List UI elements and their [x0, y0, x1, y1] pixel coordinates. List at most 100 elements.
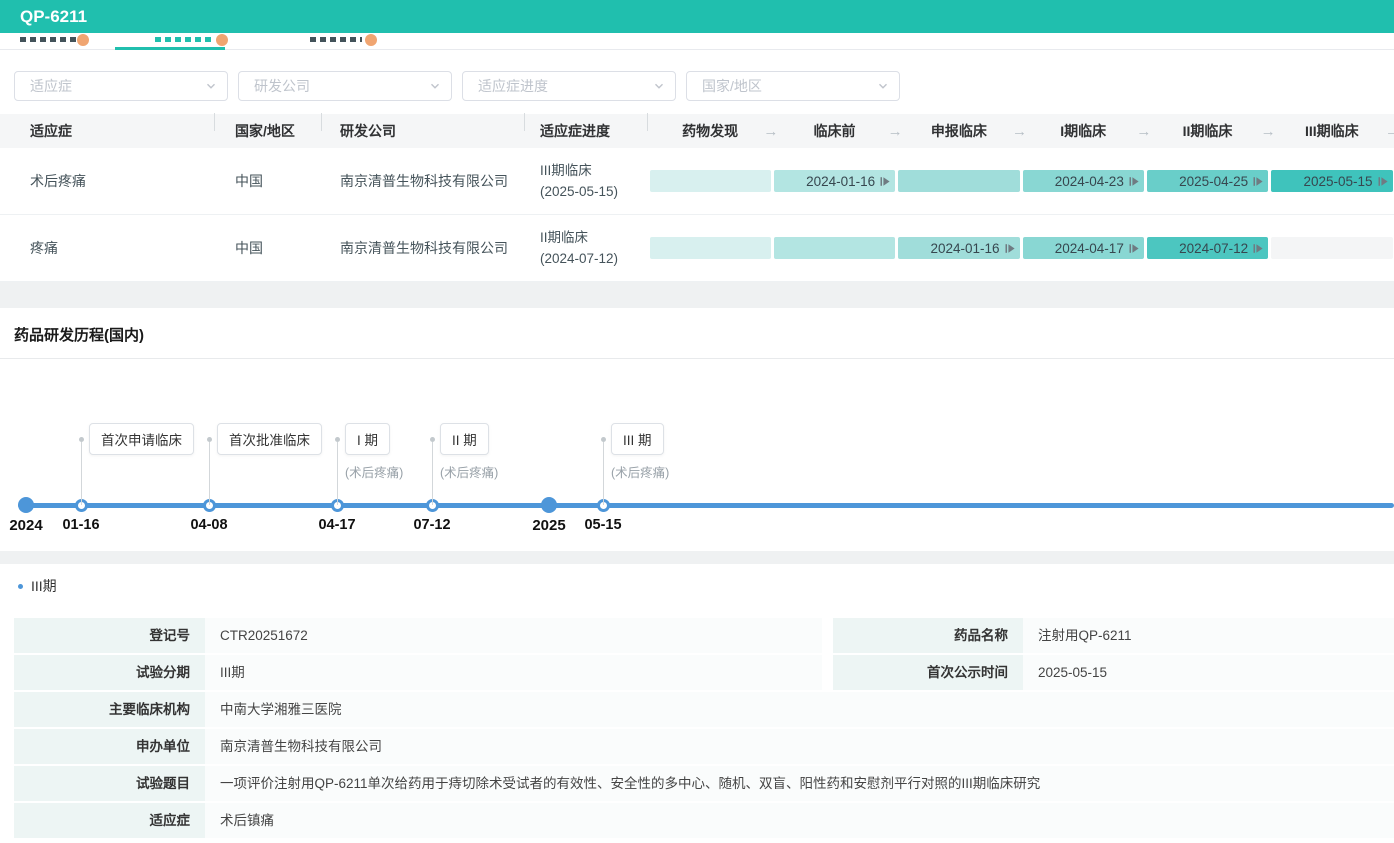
- phase-cell: 2024-07-12: [1145, 237, 1269, 259]
- detail-column-gap: [822, 618, 833, 653]
- detail-row: 试验分期III期首次公示时间2025-05-15: [14, 655, 1394, 690]
- table-row: 疼痛中国南京清普生物科技有限公司II期临床(2024-07-12)2024-01…: [0, 215, 1394, 282]
- arrow-right-icon: →: [1385, 123, 1394, 140]
- phase-bar[interactable]: 2024-07-12: [1147, 237, 1268, 259]
- country-cell: 中国: [215, 238, 322, 258]
- detail-column-gap: [822, 655, 833, 690]
- play-icon: [1129, 243, 1139, 254]
- timeline-event-label[interactable]: I 期: [345, 423, 390, 455]
- tab-1[interactable]: [20, 37, 78, 42]
- phase-col-header: II期临床→: [1145, 121, 1269, 141]
- timeline-event-label[interactable]: II 期: [440, 423, 489, 455]
- timeline-event-label[interactable]: III 期: [611, 423, 664, 455]
- timeline-axis-label: 07-12: [413, 517, 450, 533]
- timeline-event-sublabel: (术后疼痛): [611, 462, 669, 481]
- detail-label: 试验题目: [14, 766, 205, 801]
- timeline-axis-label: 01-16: [62, 517, 99, 533]
- detail-label: 主要临床机构: [14, 692, 205, 727]
- arrow-right-icon: →: [1012, 123, 1027, 140]
- play-icon: [1005, 243, 1015, 254]
- timeline-axis-label: 2025: [532, 517, 565, 534]
- phase-bar[interactable]: 2024-01-16: [774, 170, 895, 192]
- timeline-axis-label: 2024: [9, 517, 42, 534]
- timeline-stem: [603, 442, 604, 505]
- timeline-section-header: 药品研发历程(国内): [0, 308, 1394, 359]
- phase-cell: 2025-04-25: [1145, 170, 1269, 192]
- stage-cell: III期临床(2025-05-15): [525, 160, 648, 202]
- filter-row: 适应症 研发公司 适应症进度国家/地区: [14, 71, 1394, 101]
- stage-date: (2024-07-12): [540, 248, 648, 269]
- progress-table-header: 适应症国家/地区研发公司适应症进度药物发现→临床前→申报临床→I期临床→II期临…: [0, 114, 1394, 148]
- phase-col-label: 临床前: [813, 121, 855, 141]
- active-tab-underline: [115, 47, 225, 50]
- drug-detail-page: QP-6211 适应症研发公司适应症进度国家/地区 适应症国家/地区研发公司适应…: [0, 0, 1394, 843]
- phase-col-label: II期临床: [1183, 121, 1233, 141]
- timeline-stem: [209, 442, 210, 505]
- detail-label: 药品名称: [833, 618, 1023, 653]
- timeline-year-node: [18, 497, 34, 513]
- col-header: 国家/地区: [215, 121, 322, 141]
- phase-bar[interactable]: 2025-04-25: [1147, 170, 1268, 192]
- detail-label: 试验分期: [14, 655, 205, 690]
- detail-label: 申办单位: [14, 729, 205, 764]
- tab-2-active[interactable]: [155, 37, 213, 42]
- timeline-stem-dot: [79, 437, 84, 442]
- timeline-axis-label: 04-17: [318, 517, 355, 533]
- phase-bar: [650, 170, 771, 192]
- phase-bar[interactable]: 2024-04-23: [1023, 170, 1144, 192]
- phase-bar: [898, 170, 1019, 192]
- stage-name: II期临床: [540, 227, 648, 248]
- phase-col-header: 临床前→: [772, 121, 896, 141]
- tab-bar: [0, 33, 1394, 50]
- phase-bar[interactable]: 2024-04-17: [1023, 237, 1144, 259]
- tab-3-badge-icon: [365, 34, 377, 46]
- stage-date: (2025-05-15): [540, 181, 648, 202]
- detail-value: 术后镇痛: [205, 803, 1394, 838]
- phase-date: 2024-01-16: [806, 174, 875, 189]
- phase-cell: [772, 237, 896, 259]
- detail-row: 试验题目一项评价注射用QP-6211单次给药用于痔切除术受试者的有效性、安全性的…: [14, 766, 1394, 801]
- filter-select-4[interactable]: 国家/地区: [686, 71, 900, 101]
- phase-col-header: 药物发现→: [648, 121, 772, 141]
- timeline-stem-dot: [335, 437, 340, 442]
- chevron-down-icon: [877, 80, 889, 92]
- filter-select-1[interactable]: 适应症: [14, 71, 228, 101]
- chevron-down-icon: [205, 80, 217, 92]
- country-cell: 中国: [215, 171, 322, 191]
- timeline-event-sublabel: (术后疼痛): [345, 462, 403, 481]
- timeline-section-title: 药品研发历程(国内): [0, 308, 1394, 358]
- phase-date: 2024-07-12: [1179, 241, 1248, 256]
- phase-cell: 2024-04-23: [1021, 170, 1145, 192]
- phase-bar: [774, 237, 895, 259]
- timeline-event-sublabel: (术后疼痛): [440, 462, 498, 481]
- detail-row: 适应症术后镇痛: [14, 803, 1394, 838]
- tab-3[interactable]: [310, 37, 362, 42]
- phase-date: 2024-04-17: [1055, 241, 1124, 256]
- phase-bar: [1271, 237, 1392, 259]
- timeline-stem-dot: [207, 437, 212, 442]
- phase-bar: [650, 237, 771, 259]
- arrow-right-icon: →: [1261, 123, 1276, 140]
- phase-col-label: III期临床: [1305, 121, 1359, 141]
- detail-value: 注射用QP-6211: [1023, 618, 1394, 653]
- phase-cell: [648, 237, 772, 259]
- timeline-event-label[interactable]: 首次申请临床: [89, 423, 194, 455]
- filter-select-2[interactable]: 研发公司: [238, 71, 452, 101]
- detail-row: 主要临床机构中南大学湘雅三医院: [14, 692, 1394, 727]
- phase-cell: 2024-04-17: [1021, 237, 1145, 259]
- indication-cell: 术后疼痛: [0, 171, 215, 191]
- timeline-event-label[interactable]: 首次批准临床: [217, 423, 322, 455]
- page-header: QP-6211: [0, 0, 1394, 33]
- timeline-year-node: [541, 497, 557, 513]
- detail-value: CTR20251672: [205, 618, 822, 653]
- phase-cell: 2024-01-16: [772, 170, 896, 192]
- play-icon: [1129, 176, 1139, 187]
- col-header: 研发公司: [322, 121, 525, 141]
- filter-placeholder: 研发公司: [254, 76, 310, 96]
- phase-bar[interactable]: 2024-01-16: [898, 237, 1019, 259]
- company-cell: 南京清普生物科技有限公司: [322, 171, 525, 191]
- filter-select-3[interactable]: 适应症进度: [462, 71, 676, 101]
- phase-bar[interactable]: 2025-05-15: [1271, 170, 1392, 192]
- indication-progress-table: 适应症国家/地区研发公司适应症进度药物发现→临床前→申报临床→I期临床→II期临…: [0, 114, 1394, 282]
- detail-value: 2025-05-15: [1023, 655, 1394, 690]
